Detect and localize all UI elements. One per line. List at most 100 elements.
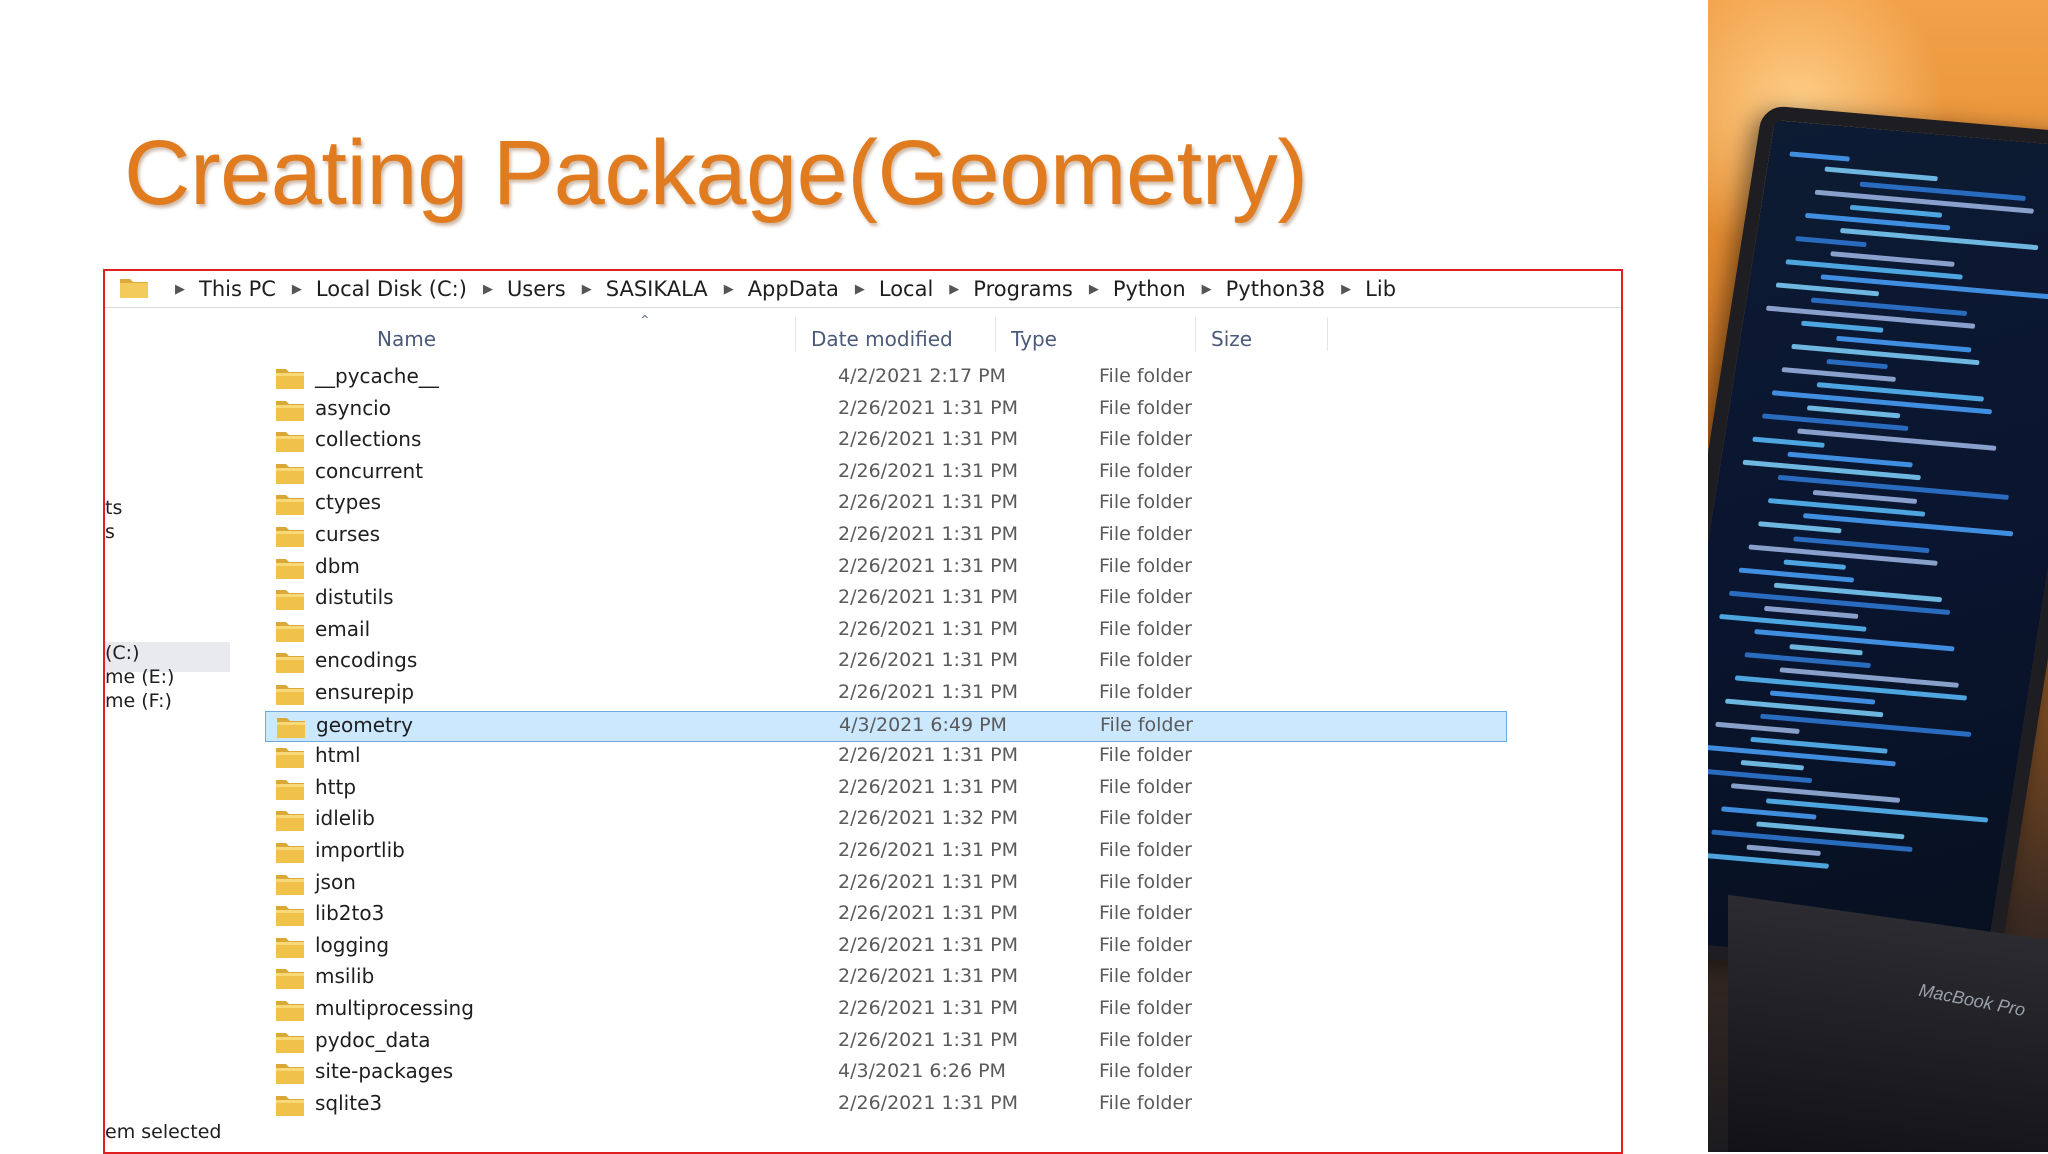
nav-item[interactable]: me (E:)	[105, 666, 174, 688]
file-row[interactable]: encodings 2/26/2021 1:31 PM File folder	[265, 647, 1507, 678]
navigation-pane: ts s (C:) me (E:) me (F:)	[105, 307, 230, 1152]
nav-item[interactable]: s	[105, 521, 115, 543]
column-header-size[interactable]: Size	[1211, 327, 1252, 351]
file-row[interactable]: http 2/26/2021 1:31 PM File folder	[265, 774, 1507, 805]
code-line	[1789, 644, 1863, 656]
address-bar[interactable]: ▶ This PC ▶ Local Disk (C:) ▶ Users ▶ SASIKALA ▶…	[105, 271, 1621, 308]
column-divider[interactable]	[795, 317, 796, 351]
chevron-right-icon[interactable]: ▶	[1341, 282, 1351, 297]
file-row[interactable]: __pycache__ 4/2/2021 2:17 PM File folder	[265, 363, 1507, 394]
chevron-right-icon[interactable]: ▶	[1202, 282, 1212, 297]
folder-icon	[119, 275, 149, 303]
chevron-right-icon[interactable]: ▶	[175, 282, 185, 297]
file-date: 2/26/2021 1:31 PM	[838, 965, 1019, 988]
file-type: File folder	[1099, 1091, 1192, 1114]
code-line	[1746, 844, 1821, 857]
chevron-right-icon[interactable]: ▶	[582, 282, 592, 297]
file-row[interactable]: sqlite3 2/26/2021 1:31 PM File folder	[265, 1090, 1507, 1121]
status-bar-text: em selected	[105, 1121, 222, 1143]
file-name: idlelib	[315, 806, 375, 831]
breadcrumb-item[interactable]: Python38	[1226, 277, 1326, 301]
breadcrumb-item[interactable]: Programs	[973, 277, 1073, 301]
chevron-right-icon[interactable]: ▶	[1089, 282, 1099, 297]
chevron-right-icon[interactable]: ▶	[292, 282, 302, 297]
column-divider[interactable]	[1327, 317, 1328, 351]
file-name: sqlite3	[315, 1090, 383, 1115]
chevron-right-icon[interactable]: ▶	[724, 282, 734, 297]
folder-icon	[275, 492, 305, 520]
code-line	[1849, 204, 1943, 218]
file-row[interactable]: multiprocessing 2/26/2021 1:31 PM File fol…	[265, 995, 1507, 1026]
breadcrumb-item[interactable]: Lib	[1365, 277, 1396, 301]
code-line	[1826, 358, 1888, 370]
file-date: 2/26/2021 1:31 PM	[838, 428, 1019, 451]
file-row[interactable]: distutils 2/26/2021 1:31 PM File folder	[265, 584, 1507, 615]
column-divider[interactable]	[1195, 317, 1196, 351]
chevron-right-icon[interactable]: ▶	[949, 282, 959, 297]
file-row[interactable]: curses 2/26/2021 1:31 PM File folder	[265, 521, 1507, 552]
file-type: File folder	[1099, 807, 1192, 830]
file-name: geometry	[316, 712, 413, 737]
breadcrumb-item[interactable]: SASIKALA	[606, 277, 708, 301]
file-date: 2/26/2021 1:31 PM	[838, 396, 1019, 419]
file-row[interactable]: ctypes 2/26/2021 1:31 PM File folder	[265, 489, 1507, 520]
breadcrumb-item[interactable]: AppData	[748, 277, 839, 301]
folder-icon	[275, 682, 305, 710]
folder-icon	[275, 840, 305, 868]
file-type: File folder	[1099, 744, 1192, 767]
file-type: File folder	[1099, 933, 1192, 956]
breadcrumb: ▶ This PC ▶ Local Disk (C:) ▶ Users ▶ SASIKALA ▶…	[159, 277, 1396, 301]
file-name: json	[315, 869, 356, 894]
code-line	[1820, 274, 2048, 300]
file-row[interactable]: geometry 4/3/2021 6:49 PM File folder	[265, 710, 1507, 742]
breadcrumb-item[interactable]: This PC	[199, 277, 276, 301]
nav-item[interactable]: me (F:)	[105, 690, 172, 712]
file-name: dbm	[315, 553, 360, 578]
chevron-right-icon[interactable]: ▶	[483, 282, 493, 297]
file-date: 4/3/2021 6:49 PM	[839, 713, 1007, 736]
file-row[interactable]: concurrent 2/26/2021 1:31 PM File folder	[265, 458, 1507, 489]
file-date: 2/26/2021 1:31 PM	[838, 491, 1019, 514]
code-line	[1730, 783, 1901, 803]
breadcrumb-item[interactable]: Python	[1113, 277, 1186, 301]
laptop-keyboard	[1728, 894, 2048, 1152]
file-name: pydoc_data	[315, 1027, 431, 1052]
code-line	[1754, 629, 1955, 652]
file-date: 2/26/2021 1:31 PM	[838, 1091, 1019, 1114]
folder-icon	[275, 429, 305, 457]
file-row[interactable]: site-packages 4/3/2021 6:26 PM File folder	[265, 1058, 1507, 1089]
code-line	[1839, 227, 2039, 251]
column-header-date[interactable]: Date modified	[811, 327, 953, 351]
folder-icon	[275, 808, 305, 836]
chevron-right-icon[interactable]: ▶	[855, 282, 865, 297]
file-type: File folder	[1099, 523, 1192, 545]
file-name: lib2to3	[315, 901, 385, 926]
code-line	[1781, 367, 1897, 382]
folder-icon	[275, 998, 305, 1026]
breadcrumb-item[interactable]: Local Disk (C:)	[316, 277, 467, 301]
nav-item[interactable]: ts	[105, 497, 122, 519]
breadcrumb-item[interactable]: Local	[879, 277, 933, 301]
file-row[interactable]: pydoc_data 2/26/2021 1:31 PM File folder	[265, 1027, 1507, 1058]
file-row[interactable]: logging 2/26/2021 1:31 PM File folder	[265, 932, 1507, 963]
column-header-type[interactable]: Type	[1011, 327, 1057, 351]
file-row[interactable]: idlelib 2/26/2021 1:32 PM File folder	[265, 805, 1507, 836]
file-name: multiprocessing	[315, 996, 474, 1020]
folder-icon	[275, 745, 305, 773]
file-name: ctypes	[315, 490, 382, 515]
file-row[interactable]: msilib 2/26/2021 1:31 PM File folder	[265, 963, 1507, 994]
column-header-name[interactable]: Name	[377, 327, 436, 351]
file-name: __pycache__	[315, 364, 439, 388]
file-row[interactable]: dbm 2/26/2021 1:31 PM File folder	[265, 553, 1507, 584]
column-divider[interactable]	[995, 317, 996, 351]
file-name: ensurepip	[315, 680, 415, 704]
breadcrumb-item[interactable]: Users	[507, 277, 566, 301]
file-row[interactable]: collections 2/26/2021 1:31 PM File folder	[265, 426, 1507, 457]
file-row[interactable]: ensurepip 2/26/2021 1:31 PM File folder	[265, 679, 1507, 710]
file-row[interactable]: html 2/26/2021 1:31 PM File folder	[265, 742, 1507, 773]
file-row[interactable]: asyncio 2/26/2021 1:31 PM File folder	[265, 395, 1507, 426]
file-row[interactable]: importlib 2/26/2021 1:31 PM File folder	[265, 837, 1507, 868]
file-row[interactable]: json 2/26/2021 1:31 PM File folder	[265, 869, 1507, 900]
file-row[interactable]: lib2to3 2/26/2021 1:31 PM File folder	[265, 900, 1507, 931]
file-row[interactable]: email 2/26/2021 1:31 PM File folder	[265, 616, 1507, 647]
